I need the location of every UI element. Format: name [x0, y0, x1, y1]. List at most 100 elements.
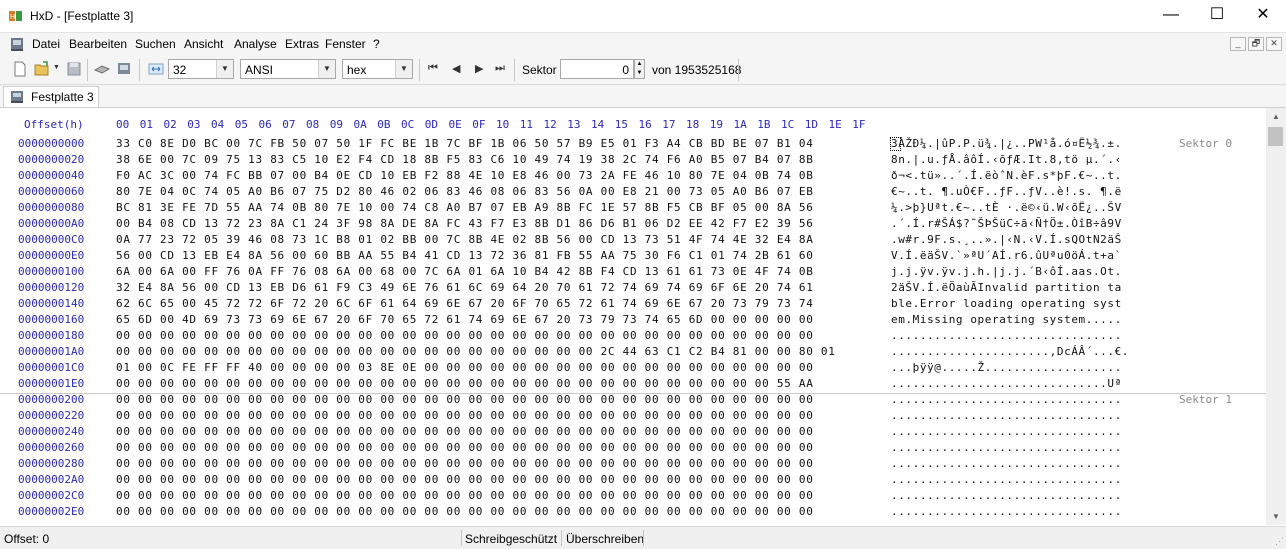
- previous-sector-icon[interactable]: ◀: [452, 62, 460, 75]
- spin-up-icon[interactable]: ▲: [637, 61, 643, 67]
- row-hex-bytes[interactable]: 00 00 00 00 00 00 00 00 00 00 00 00 00 0…: [116, 409, 814, 422]
- scroll-down-icon[interactable]: ▼: [1266, 508, 1286, 525]
- row-text[interactable]: €~..t. ¶.uÒ€F..ƒF..ƒV..è!.s. ¶.ë: [891, 185, 1122, 198]
- row-hex-bytes[interactable]: 00 00 00 00 00 00 00 00 00 00 00 00 00 0…: [116, 329, 814, 342]
- row-hex-bytes[interactable]: 00 00 00 00 00 00 00 00 00 00 00 00 00 0…: [116, 457, 814, 470]
- row-hex-bytes[interactable]: 00 00 00 00 00 00 00 00 00 00 00 00 00 0…: [116, 345, 836, 358]
- scroll-up-icon[interactable]: ▲: [1266, 108, 1286, 125]
- row-hex-bytes[interactable]: 0A 77 23 72 05 39 46 08 73 1C B8 01 02 B…: [116, 233, 814, 246]
- menu-suchen[interactable]: Suchen: [135, 37, 176, 51]
- sector-input-value: 0: [622, 63, 629, 77]
- row-hex-bytes[interactable]: BC 81 3E FE 7D 55 AA 74 0B 80 7E 10 00 7…: [116, 201, 814, 214]
- row-text[interactable]: ......................,DcÁÂ´...€.: [891, 345, 1129, 358]
- row-hex-bytes[interactable]: F0 AC 3C 00 74 FC BB 07 00 B4 0E CD 10 E…: [116, 169, 814, 182]
- row-hex-bytes[interactable]: 65 6D 00 4D 69 73 73 69 6E 67 20 6F 70 6…: [116, 313, 814, 326]
- save-icon[interactable]: [66, 61, 82, 77]
- mdi-close-button[interactable]: ✕: [1266, 37, 1282, 51]
- row-text[interactable]: ................................: [891, 393, 1122, 406]
- row-text[interactable]: ................................: [891, 457, 1122, 470]
- mdi-restore-button[interactable]: 🗗: [1248, 37, 1264, 51]
- row-hex-bytes[interactable]: 00 B4 08 CD 13 72 23 8A C1 24 3F 98 8A D…: [116, 217, 814, 230]
- offset-base-select[interactable]: hex ▼: [342, 59, 413, 79]
- row-hex-bytes[interactable]: 01 00 0C FE FF FF 40 00 00 00 00 03 8E 0…: [116, 361, 814, 374]
- open-ram-icon[interactable]: [116, 61, 132, 77]
- last-sector-icon[interactable]: ⏭: [495, 62, 505, 75]
- new-file-icon[interactable]: [12, 61, 28, 77]
- row-hex-bytes[interactable]: 00 00 00 00 00 00 00 00 00 00 00 00 00 0…: [116, 441, 814, 454]
- row-hex-bytes[interactable]: 56 00 CD 13 EB E4 8A 56 00 60 BB AA 55 B…: [116, 249, 814, 262]
- document-window-icon[interactable]: [9, 36, 25, 52]
- row-text[interactable]: .w#r.9F.s.¸..».|‹N.‹V.Í.sQOtN2äŠ: [891, 233, 1122, 246]
- hex-editor[interactable]: Offset(h) 00 01 02 03 04 05 06 07 08 09 0A 0B 0C 0D 0E…: [0, 108, 1266, 525]
- chevron-down-icon[interactable]: ▼: [318, 60, 335, 78]
- sector-input[interactable]: 0: [560, 59, 634, 79]
- row-hex-bytes[interactable]: 32 E4 8A 56 00 CD 13 EB D6 61 F9 C3 49 6…: [116, 281, 814, 294]
- row-text[interactable]: 3ÀŽÐ¼.|ûP.P.ü¾.|¿..PW¹å.ó¤Ë½¾.±.: [891, 137, 1122, 150]
- row-hex-bytes[interactable]: 00 00 00 00 00 00 00 00 00 00 00 00 00 0…: [116, 489, 814, 502]
- row-text[interactable]: ..............................Uª: [891, 377, 1122, 390]
- open-folder-icon[interactable]: [34, 61, 50, 77]
- chevron-down-icon[interactable]: ▼: [216, 60, 233, 78]
- row-text[interactable]: j.j.ÿv.ÿv.j.h.|j.j.´B‹ôÍ.aas.Ot.: [891, 265, 1122, 278]
- menu-analyse[interactable]: Analyse: [234, 37, 277, 51]
- row-text[interactable]: ................................: [891, 329, 1122, 342]
- row-text[interactable]: ð¬<.tü»..´.Í.ëòˆN.èF.s*þF.€~..t.: [891, 169, 1122, 182]
- open-disk-icon[interactable]: [94, 61, 110, 77]
- menu-help[interactable]: ?: [373, 37, 380, 51]
- row-text[interactable]: 8n.|.u.ƒÅ.âôÍ.‹õƒÆ.It.8,tö µ.´.‹: [891, 153, 1122, 166]
- scrollbar-thumb[interactable]: [1268, 127, 1283, 146]
- mdi-minimize-button[interactable]: _: [1230, 37, 1246, 51]
- open-dropdown-arrow-icon[interactable]: ▼: [53, 64, 60, 71]
- row-text[interactable]: ¼.>þ}Uªt.€~..tÈ ·.ë©‹ü.W‹õË¿..ŠV: [891, 201, 1122, 214]
- row-hex-bytes[interactable]: 6A 00 6A 00 FF 76 0A FF 76 08 6A 00 68 0…: [116, 265, 814, 278]
- row-text[interactable]: ................................: [891, 505, 1122, 518]
- first-sector-icon[interactable]: ⏮: [428, 62, 438, 75]
- charset-select[interactable]: ANSI ▼: [240, 59, 336, 79]
- next-sector-icon[interactable]: ▶: [475, 62, 483, 75]
- menu-datei[interactable]: Datei: [32, 37, 60, 51]
- row-text[interactable]: ble.Error loading operating syst: [891, 297, 1122, 310]
- menu-ansicht[interactable]: Ansicht: [184, 37, 223, 51]
- row-text[interactable]: ................................: [891, 489, 1122, 502]
- row-text[interactable]: ................................: [891, 409, 1122, 422]
- row-hex-bytes[interactable]: 80 7E 04 0C 74 05 A0 B6 07 75 D2 80 46 0…: [116, 185, 814, 198]
- column-header-cell: 03: [187, 118, 201, 131]
- column-header-cell: 18: [686, 118, 700, 131]
- column-header-cell: 09: [329, 118, 343, 131]
- tab-festplatte-3[interactable]: Festplatte 3: [3, 86, 99, 107]
- menu-bearbeiten[interactable]: Bearbeiten: [69, 37, 127, 51]
- row-text[interactable]: ................................: [891, 473, 1122, 486]
- resize-grip-icon[interactable]: ⋰: [1275, 536, 1284, 547]
- sector-spinner[interactable]: ▲ ▼: [634, 59, 645, 79]
- row-hex-bytes[interactable]: 00 00 00 00 00 00 00 00 00 00 00 00 00 0…: [116, 425, 814, 438]
- row-hex-bytes[interactable]: 33 C0 8E D0 BC 00 7C FB 50 07 50 1F FC B…: [116, 137, 814, 150]
- close-button[interactable]: ✕: [1240, 0, 1286, 32]
- menu-fenster[interactable]: Fenster: [325, 37, 366, 51]
- chevron-down-icon[interactable]: ▼: [395, 60, 412, 78]
- vertical-scrollbar[interactable]: ▲ ▼: [1266, 108, 1286, 525]
- row-text[interactable]: ................................: [891, 441, 1122, 454]
- row-offset: 00000000E0: [18, 249, 85, 262]
- column-header-cell: 1C: [781, 118, 795, 131]
- menu-extras[interactable]: Extras: [285, 37, 319, 51]
- row-hex-bytes[interactable]: 00 00 00 00 00 00 00 00 00 00 00 00 00 0…: [116, 505, 814, 518]
- offset-base-value: hex: [347, 63, 367, 77]
- row-text[interactable]: 2äŠV.Í.ëÖaùÃInvalid partition ta: [891, 281, 1122, 294]
- spin-down-icon[interactable]: ▼: [637, 70, 643, 76]
- row-hex-bytes[interactable]: 62 6C 65 00 45 72 72 6F 72 20 6C 6F 61 6…: [116, 297, 814, 310]
- bytes-per-row-select[interactable]: 32 ▼: [168, 59, 234, 79]
- maximize-button[interactable]: ☐: [1194, 0, 1240, 32]
- row-hex-bytes[interactable]: 38 6E 00 7C 09 75 13 83 C5 10 E2 F4 CD 1…: [116, 153, 814, 166]
- row-hex-bytes[interactable]: 00 00 00 00 00 00 00 00 00 00 00 00 00 0…: [116, 393, 814, 406]
- row-text[interactable]: ................................: [891, 425, 1122, 438]
- row-hex-bytes[interactable]: 00 00 00 00 00 00 00 00 00 00 00 00 00 0…: [116, 377, 814, 390]
- menu-bar: Datei Bearbeiten Suchen Ansicht Analyse …: [0, 32, 1286, 55]
- row-text[interactable]: ...þÿÿ@.....Ž...................: [891, 361, 1122, 374]
- row-text[interactable]: em.Missing operating system.....: [891, 313, 1122, 326]
- column-header-cell: 19: [709, 118, 723, 131]
- column-header-cell: 0E: [448, 118, 462, 131]
- minimize-button[interactable]: —: [1148, 0, 1194, 32]
- row-text[interactable]: .´.Í.r#ŠÁ$?˜ŠÞŠüC÷ã‹Ñ†Ö±.ÒîB÷â9V: [891, 217, 1122, 230]
- row-text[interactable]: V.Í.ëäŠV.`»ªU´AÍ.r6.ûUªu0öÁ.t+a`: [891, 249, 1122, 262]
- row-hex-bytes[interactable]: 00 00 00 00 00 00 00 00 00 00 00 00 00 0…: [116, 473, 814, 486]
